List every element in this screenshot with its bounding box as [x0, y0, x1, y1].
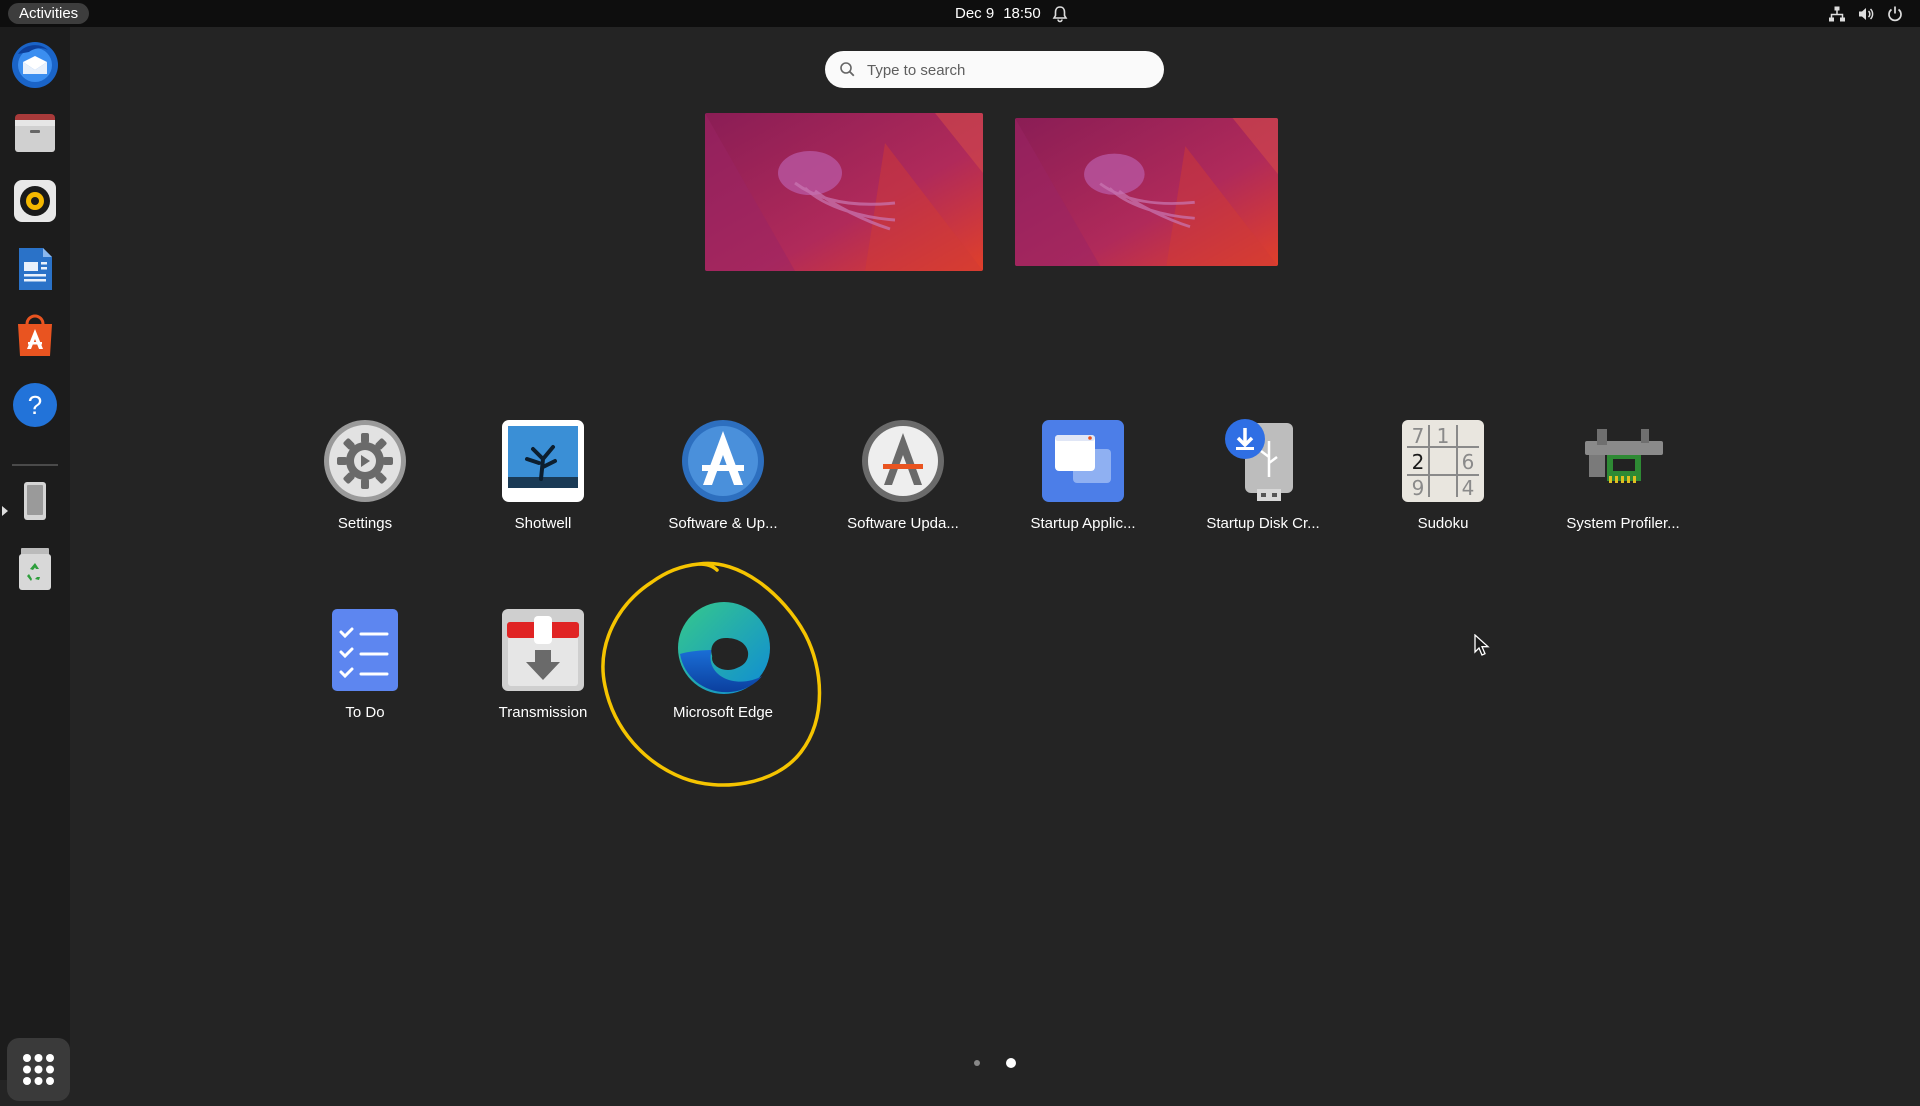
app-software-updater[interactable]: Software Upda... [818, 419, 988, 569]
app-microsoft-edge[interactable]: Microsoft Edge [638, 600, 808, 750]
sudoku-digit: 1 [1437, 424, 1450, 448]
startup-disk-creator-icon [1225, 419, 1293, 501]
sudoku-digit: 4 [1462, 476, 1475, 500]
app-label: Shotwell [514, 515, 572, 532]
app-startup-disk-creator[interactable]: Startup Disk Cr... [1178, 419, 1348, 569]
dock-removable-drive[interactable] [10, 476, 60, 526]
top-bar: Activities Dec 9 18:50 [0, 0, 1920, 27]
app-label: Software & Up... [668, 515, 778, 532]
software-updater-icon [862, 420, 944, 502]
power-icon[interactable] [1886, 5, 1904, 23]
app-system-profiler[interactable]: System Profiler... [1538, 419, 1708, 569]
page-indicator-1[interactable] [974, 1060, 980, 1066]
dock-separator [12, 464, 58, 466]
sudoku-digit: 7 [1412, 424, 1425, 448]
shotwell-icon [502, 420, 584, 502]
dock: ? [0, 27, 70, 1101]
notification-bell-icon[interactable] [1051, 5, 1069, 23]
date-label: Dec 9 [955, 5, 995, 22]
wallpaper-jellyfish [705, 113, 983, 271]
sudoku-digit: 9 [1412, 476, 1425, 500]
software-updates-icon [682, 420, 764, 502]
search-input[interactable] [865, 51, 1149, 90]
trash-icon [19, 548, 51, 590]
dock-thunderbird[interactable] [10, 40, 60, 90]
app-label: Startup Applic... [1030, 515, 1136, 532]
network-icon[interactable] [1828, 5, 1846, 23]
app-startup-applications[interactable]: Startup Applic... [998, 419, 1168, 569]
startup-applications-icon [1042, 420, 1124, 502]
ubuntu-software-icon [18, 314, 52, 356]
running-indicator [2, 506, 8, 516]
sudoku-digit: 2 [1412, 450, 1425, 474]
volume-icon[interactable] [1857, 5, 1875, 23]
app-label: To Do [345, 704, 385, 721]
app-label: Software Upda... [847, 515, 959, 532]
app-transmission[interactable]: Transmission [458, 608, 628, 758]
help-icon: ? [13, 383, 57, 427]
show-apps-button[interactable] [7, 1038, 70, 1101]
drive-icon [24, 482, 46, 520]
app-label: Sudoku [1417, 515, 1469, 532]
workspace-thumbnail-1[interactable] [705, 113, 983, 271]
app-label: Transmission [498, 704, 588, 721]
settings-icon [324, 420, 406, 502]
app-label: Settings [337, 515, 393, 532]
sudoku-digit: 6 [1462, 450, 1475, 474]
dock-files[interactable] [10, 108, 60, 158]
page-indicator-2-active[interactable] [1006, 1058, 1016, 1068]
system-profiler-icon [1585, 429, 1663, 483]
files-icon [15, 114, 55, 152]
app-label: System Profiler... [1566, 515, 1680, 532]
dock-help[interactable]: ? [10, 380, 60, 430]
writer-icon [19, 248, 52, 290]
activities-button[interactable]: Activities [8, 3, 90, 24]
dock-writer[interactable] [10, 244, 60, 294]
app-label: Microsoft Edge [672, 704, 774, 721]
microsoft-edge-icon [678, 602, 770, 694]
app-sudoku[interactable]: 7 1 2 6 9 4 Sudoku [1358, 419, 1528, 569]
app-label: Startup Disk Cr... [1206, 515, 1320, 532]
app-grid-icon [23, 1054, 54, 1085]
app-settings[interactable]: Settings [280, 419, 450, 569]
time-label: 18:50 [1003, 5, 1041, 22]
dock-rhythmbox[interactable] [10, 176, 60, 226]
search-box[interactable] [825, 51, 1164, 90]
dock-ubuntu-software[interactable] [10, 312, 60, 362]
clock[interactable]: Dec 9 18:50 [955, 0, 1050, 27]
sudoku-icon: 7 1 2 6 9 4 [1402, 420, 1484, 502]
app-software-updates[interactable]: Software & Up... [638, 419, 808, 569]
app-todo[interactable]: To Do [280, 608, 450, 758]
wallpaper-jellyfish [1015, 118, 1278, 266]
thunderbird-icon [12, 42, 58, 88]
svg-text:?: ? [28, 390, 42, 420]
app-shotwell[interactable]: Shotwell [458, 419, 628, 569]
workspace-thumbnail-2[interactable] [1015, 118, 1278, 266]
rhythmbox-icon [14, 180, 56, 222]
transmission-icon [502, 609, 584, 691]
todo-icon [332, 609, 398, 691]
search-icon [840, 62, 855, 77]
dock-trash[interactable] [10, 544, 60, 594]
mouse-cursor-icon [1474, 634, 1490, 656]
